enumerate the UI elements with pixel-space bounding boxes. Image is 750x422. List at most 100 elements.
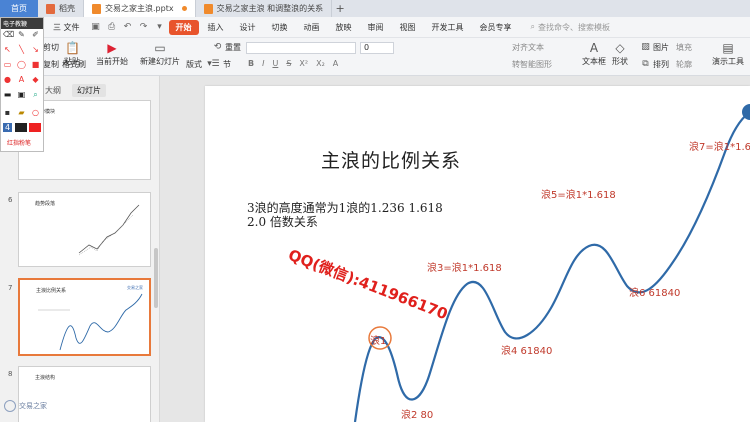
picture-icon: ▨ — [641, 42, 650, 52]
fill-button[interactable]: 填充 — [676, 42, 692, 53]
slide-thumbnail-6[interactable]: 趋势段落 — [18, 192, 151, 267]
color-swatch-red[interactable] — [29, 123, 41, 132]
document-tab-label: 交易之家主浪.pptx — [105, 4, 174, 13]
slide[interactable]: 主浪的比例关系 3浪的高度通常为1浪的1.236 1.618 2.0 倍数关系 … — [205, 86, 750, 422]
document-tab-2-label: 交易之家主浪 和调整浪的关系 — [216, 4, 324, 13]
color-swatch-black[interactable] — [15, 123, 27, 132]
fill-label: 填充 — [676, 43, 692, 52]
strike-button[interactable]: S — [286, 59, 291, 68]
window-tab-bar: 首页 稻壳 交易之家主浪.pptx 交易之家主浪 和调整浪的关系 + — [0, 0, 750, 17]
picture-button[interactable]: ▨ 图片 — [640, 42, 669, 53]
shell-tab[interactable]: 稻壳 — [38, 0, 84, 17]
font-style-group: B I U S X² X₂ A — [248, 59, 338, 68]
from-current-label: 当前开始 — [96, 57, 128, 66]
section-button[interactable]: ☰ 节 — [210, 59, 231, 70]
reset-button[interactable]: ⟲ 重置 — [212, 42, 241, 53]
command-search[interactable]: ⌕ 查找命令、搜索模板 — [531, 22, 610, 33]
line-red-icon[interactable]: ╲ — [17, 45, 26, 54]
arrange-button[interactable]: ⧉ 排列 — [640, 59, 669, 70]
panel-scrollbar[interactable] — [154, 248, 158, 308]
save-pen-icon[interactable]: ▪ — [3, 108, 12, 117]
bold-button[interactable]: B — [248, 59, 254, 68]
subscript-button[interactable]: X₂ — [316, 59, 325, 68]
undo-icon[interactable]: ↶ — [123, 22, 133, 32]
highlight-red-icon[interactable]: ◆ — [31, 75, 40, 84]
outline-button[interactable]: 轮廓 — [676, 59, 692, 70]
menu-developer[interactable]: 开发工具 — [425, 20, 471, 35]
text-direction-label: 对齐文本 — [512, 43, 544, 52]
eraser-icon[interactable]: ⌫ — [3, 30, 14, 39]
document-tab-active[interactable]: 交易之家主浪.pptx — [84, 0, 196, 17]
zoom-icon[interactable]: ⌕ — [31, 90, 40, 99]
new-slide-button[interactable]: ▭ 新建幻灯片 — [140, 41, 180, 67]
slide-thumbnail-7-selected[interactable]: 主浪比例关系 交易之家 — [18, 278, 151, 356]
menu-home[interactable]: 开始 — [168, 19, 199, 35]
menu-transition[interactable]: 切换 — [265, 20, 295, 35]
pen-label: 红指粉笔 — [7, 140, 32, 147]
wave-2-label: 浪2 80 — [401, 410, 434, 421]
menu-insert[interactable]: 插入 — [201, 20, 231, 35]
arrow-red-icon[interactable]: ↖ — [3, 45, 12, 54]
thumbnail-number: 8 — [8, 370, 13, 378]
filled-rect-red-icon[interactable]: ■ — [31, 60, 40, 69]
superscript-button[interactable]: X² — [299, 59, 308, 68]
ellipse-red-icon[interactable]: ◯ — [17, 60, 26, 69]
search-placeholder: 查找命令、搜索模板 — [538, 22, 611, 32]
slide-thumbnail-8[interactable]: 主浪结构 — [18, 366, 151, 422]
pointer-red-icon[interactable]: ↘ — [31, 45, 40, 54]
menu-design[interactable]: 设计 — [233, 20, 263, 35]
stop-icon[interactable]: ○ — [31, 108, 40, 117]
menu-view[interactable]: 视图 — [393, 20, 423, 35]
print-icon[interactable]: ⎙ — [107, 22, 117, 32]
format-painter-label: 格式刷 — [62, 60, 86, 69]
black-bar-icon[interactable]: ▬ — [3, 90, 12, 99]
italic-button[interactable]: I — [262, 59, 264, 68]
menu-member[interactable]: 会员专享 — [473, 20, 519, 35]
circle-red-icon[interactable]: ● — [3, 75, 12, 84]
cut-label: 剪切 — [43, 43, 59, 52]
rectangle-red-icon[interactable]: ▭ — [3, 60, 12, 69]
wave-4-label: 浪4 61840 — [501, 346, 553, 357]
wave-diagram — [353, 104, 750, 422]
wave-6-label: 浪6 61840 — [629, 288, 681, 299]
text-direction-button[interactable]: 对齐文本 — [512, 42, 544, 53]
save-icon[interactable]: ▣ — [91, 22, 101, 32]
screen-icon[interactable]: ▣ — [17, 90, 26, 99]
menu-animation[interactable]: 动画 — [297, 20, 327, 35]
ppt-file-icon — [203, 3, 213, 14]
layout-label: 版式 — [186, 60, 202, 69]
picture-label: 图片 — [653, 43, 669, 52]
font-family-select[interactable] — [246, 42, 356, 54]
wave-1-label: 浪1 — [370, 336, 387, 347]
menu-slideshow[interactable]: 放映 — [329, 20, 359, 35]
brand-logo-icon — [4, 400, 16, 412]
wave-7-label: 浪7=浪1*1.6 — [689, 142, 750, 153]
play-from-current-button[interactable]: ▶ 当前开始 — [96, 41, 128, 67]
brand-name: 交易之家 — [19, 402, 47, 410]
folder-icon[interactable]: ▰ — [17, 108, 26, 117]
font-color-button[interactable]: A — [333, 59, 338, 68]
text-red-icon[interactable]: A — [17, 75, 26, 84]
brush-icon[interactable]: ✎ — [17, 30, 26, 39]
panel-tabs: 大纲 幻灯片 — [40, 84, 106, 97]
dropdown-icon[interactable]: ▾ — [155, 22, 165, 32]
font-size-select[interactable]: 0 — [360, 42, 394, 54]
section-label: 节 — [223, 60, 231, 69]
number-icon[interactable]: 4 — [3, 123, 12, 132]
home-tab[interactable]: 首页 — [0, 0, 38, 17]
present-tools-button[interactable]: ▤ 演示工具 — [712, 41, 744, 67]
redo-icon[interactable]: ↷ — [139, 22, 149, 32]
add-tab-button[interactable]: + — [332, 0, 348, 17]
menu-review[interactable]: 审阅 — [361, 20, 391, 35]
file-menu[interactable]: 三 文件 — [46, 20, 87, 35]
pencil-icon[interactable]: ✐ — [31, 30, 40, 39]
ribbon-menu-bar: 三 文件 ▣ ⎙ ↶ ↷ ▾ 开始 插入 设计 切换 动画 放映 审阅 视图 开… — [0, 17, 750, 38]
tab-slides[interactable]: 幻灯片 — [72, 84, 106, 97]
document-tab-2[interactable]: 交易之家主浪 和调整浪的关系 — [196, 0, 333, 17]
shape-button[interactable]: ◇ 形状 — [612, 41, 628, 67]
convert-art-button[interactable]: 转智能图形 — [512, 59, 552, 70]
pen-toolbar[interactable]: 电子教鞭 ⌫ ✎ ✐ ↖ ╲ ↘ ▭ ◯ ■ ● A ◆ ▬ ▣ ⌕ ▪ ▰ ○… — [0, 17, 44, 152]
format-painter-button[interactable]: 格式刷 — [62, 59, 86, 70]
text-box-button[interactable]: A 文本框 — [582, 41, 606, 67]
underline-button[interactable]: U — [272, 59, 278, 68]
